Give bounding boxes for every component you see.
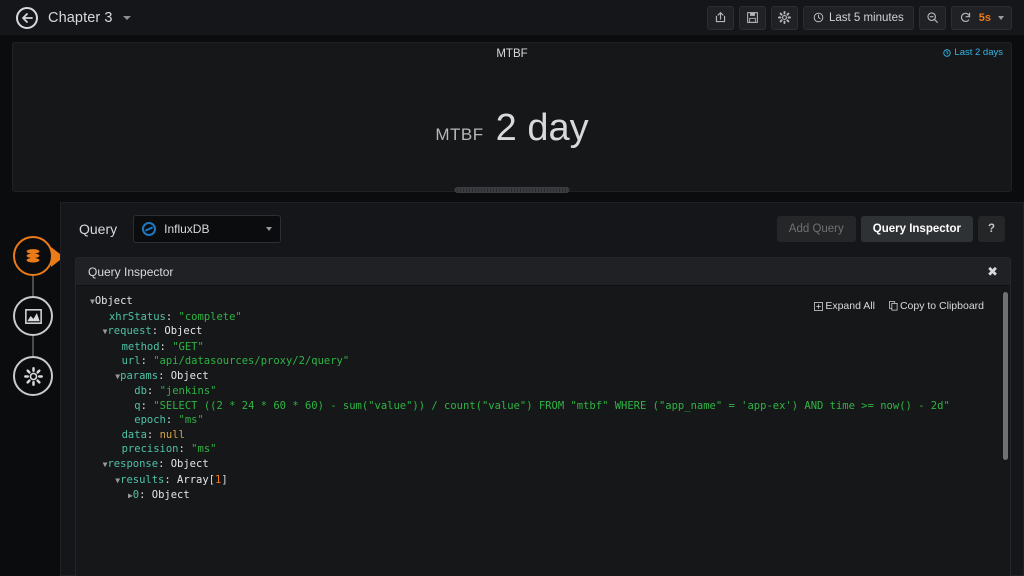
json-value: "ms" (178, 414, 204, 427)
json-tree-row: epoch: "ms" (134, 414, 204, 427)
json-value: "jenkins" (159, 385, 217, 398)
database-icon (26, 249, 40, 263)
json-value: "SELECT ((2 * 24 * 60 * 60) - sum("value… (153, 399, 950, 412)
json-key: request (107, 325, 152, 338)
rail-tab-queries[interactable] (13, 236, 64, 276)
panel-body: MTBF 2 day (13, 65, 1011, 191)
json-tree-row: method: "GET" (121, 340, 204, 353)
singlestat-value: MTBF 2 day (435, 107, 588, 150)
query-inspector-button[interactable]: Query Inspector (860, 216, 973, 242)
grafana-dashboard-edit-view: Chapter 3 Last 5 minutes 5s MTBF Last 2 … (0, 0, 1024, 576)
save-button[interactable] (738, 5, 766, 30)
share-icon (715, 11, 726, 23)
json-tree-row[interactable]: ▼response: Object (90, 457, 998, 473)
json-key: params (120, 369, 159, 382)
chevron-down-icon (122, 15, 131, 20)
json-value: Object (170, 369, 209, 382)
help-button[interactable]: ? (977, 216, 1005, 242)
json-tree-row[interactable]: ▼results: Array[1] (90, 473, 998, 489)
datasource-name: InfluxDB (164, 222, 210, 236)
zoom-out-button[interactable] (918, 5, 946, 30)
json-value: "complete" (178, 310, 242, 323)
json-value: Object (94, 295, 133, 307)
share-button[interactable] (706, 5, 734, 30)
json-tree-row: q: "SELECT ((2 * 24 * 60 * 60) - sum("va… (134, 399, 950, 412)
zoom-out-icon (927, 12, 938, 23)
datasource-picker[interactable]: InfluxDB (133, 215, 282, 243)
influxdb-icon (142, 222, 157, 236)
panel-editor: Query InfluxDB Add Query Query Inspector… (60, 202, 1024, 576)
arrow-left-icon (22, 12, 33, 23)
refresh-interval-label: 5s (978, 11, 991, 24)
json-value: null (159, 428, 185, 441)
query-toolbar-actions: Add Query Query Inspector ? (776, 216, 1005, 242)
json-tree-row[interactable]: ▼Object (90, 294, 998, 310)
json-key: data (121, 428, 147, 441)
query-section-label: Query (79, 221, 118, 237)
json-tree-row: precision: "ms" (121, 443, 217, 456)
chevron-down-icon (998, 15, 1004, 20)
json-value: Array[1] (177, 473, 228, 486)
top-navbar: Chapter 3 Last 5 minutes 5s (0, 0, 1024, 36)
json-tree-row[interactable]: ▼params: Object (90, 369, 998, 385)
chevron-down-icon (266, 227, 273, 231)
time-range-picker[interactable]: Last 5 minutes (802, 5, 914, 30)
json-tree-row: xhrStatus: "complete" (108, 310, 242, 323)
singlestat-number: 2 day (495, 106, 589, 149)
singlestat-prefix: MTBF (435, 124, 484, 144)
json-key: epoch (134, 414, 166, 427)
json-value: "ms" (191, 443, 217, 456)
query-inspector-header: Query Inspector ✖ (76, 258, 1010, 286)
rail-tab-visualization[interactable] (13, 296, 53, 336)
inspector-scrollbar[interactable] (1003, 292, 1008, 460)
panel-title[interactable]: MTBF (496, 48, 527, 60)
json-value: Object (170, 458, 209, 471)
json-value: "GET" (172, 340, 204, 353)
json-key: url (121, 355, 141, 368)
rail-tab-general[interactable] (13, 356, 53, 396)
clock-icon (943, 48, 952, 57)
panel-resize-handle[interactable] (454, 187, 570, 193)
json-key: method (121, 340, 160, 353)
panel-header: MTBF Last 2 days (13, 43, 1011, 65)
back-button[interactable] (16, 6, 38, 29)
json-tree-row: db: "jenkins" (134, 385, 217, 398)
json-value: Object (164, 325, 203, 338)
dashboard-settings-button[interactable] (770, 5, 798, 30)
json-value: Object (151, 489, 190, 502)
json-tree-row: url: "api/datasources/proxy/2/query" (121, 355, 350, 368)
json-key: db (134, 385, 147, 398)
json-key: results (120, 473, 165, 486)
add-query-button[interactable]: Add Query (776, 216, 856, 242)
graph-icon (24, 308, 42, 324)
json-value: "api/datasources/proxy/2/query" (153, 355, 350, 368)
close-icon[interactable]: ✖ (987, 265, 998, 278)
edit-mode-rail (13, 236, 64, 396)
json-tree: ▼Object xhrStatus: "complete" ▼request: … (76, 286, 1010, 576)
panel-time-override-label: Last 2 days (954, 47, 1003, 58)
json-tree-row[interactable]: ▼request: Object (90, 324, 998, 340)
clock-icon (813, 12, 824, 23)
time-range-label: Last 5 minutes (828, 11, 904, 24)
json-key: response (107, 458, 159, 471)
refresh-picker[interactable]: 5s (950, 5, 1012, 30)
json-key: xhrStatus (108, 310, 166, 323)
json-tree-row: data: null (121, 428, 185, 441)
panel-preview: MTBF Last 2 days MTBF 2 day (12, 42, 1012, 192)
topnav-actions: Last 5 minutes 5s (706, 5, 1016, 30)
refresh-icon (960, 12, 970, 23)
json-key: precision (121, 443, 179, 456)
query-inspector-panel: Query Inspector ✖ Expand All Copy to Cli… (75, 257, 1011, 576)
panel-time-override[interactable]: Last 2 days (943, 47, 1003, 58)
query-toolbar: Query InfluxDB Add Query Query Inspector… (61, 203, 1023, 255)
dashboard-title-text: Chapter 3 (48, 9, 113, 26)
dashboard-title[interactable]: Chapter 3 (48, 10, 131, 26)
query-inspector-title: Query Inspector (88, 264, 174, 279)
save-icon (747, 12, 758, 23)
gear-icon (777, 11, 791, 24)
gear-wrench-icon (23, 366, 43, 386)
json-tree-row[interactable]: ▶0: Object (90, 488, 998, 504)
